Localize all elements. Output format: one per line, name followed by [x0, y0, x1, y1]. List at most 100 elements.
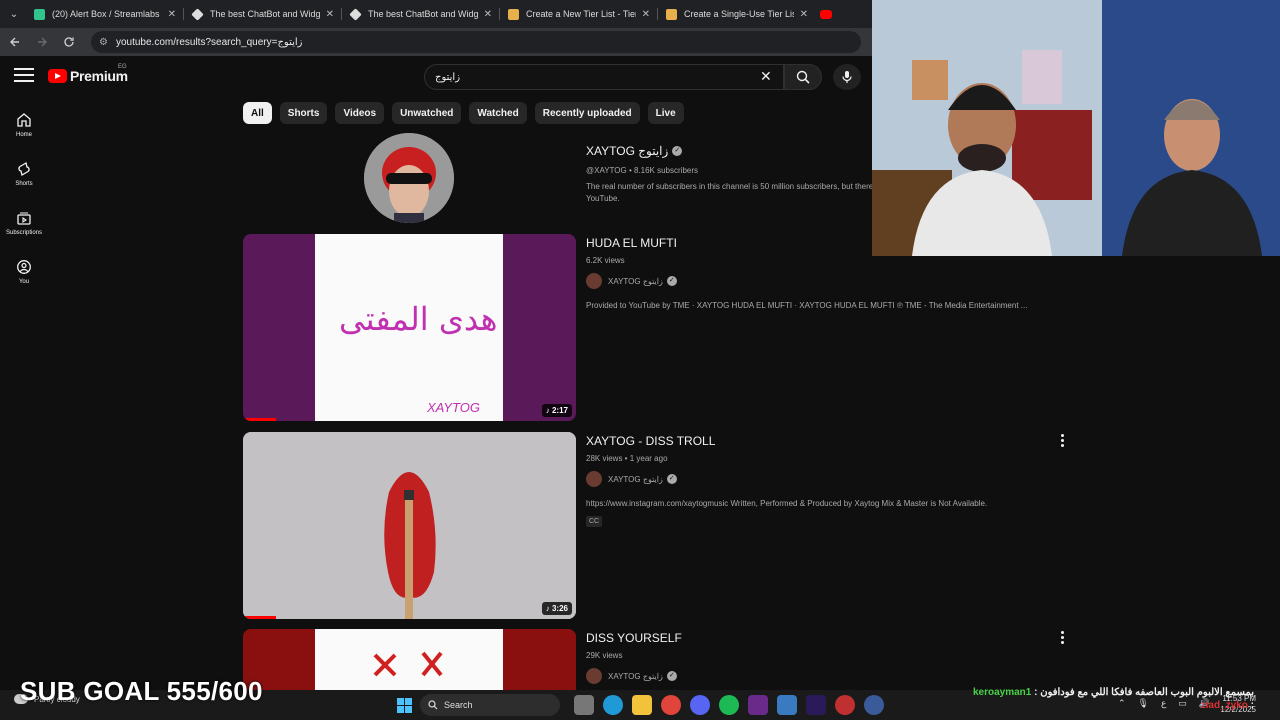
file-explorer-icon[interactable] [632, 695, 652, 715]
you-icon [17, 259, 31, 274]
chip-unwatched[interactable]: Unwatched [392, 102, 462, 124]
webcam-overlay [872, 0, 1280, 256]
watch-progress-bar [243, 616, 277, 619]
voice-search-button[interactable] [833, 64, 861, 90]
app-icon[interactable] [835, 695, 855, 715]
url-text: youtube.com/results?search_query=زايتوج [115, 36, 303, 48]
edge-icon[interactable] [603, 695, 623, 715]
video-result[interactable]: ♪ 3:26 XAYTOG - DISS TROLL 28K views • 1… [243, 432, 1073, 619]
wordpad-icon[interactable] [864, 695, 884, 715]
thumbnail-art [243, 629, 576, 690]
chip-all[interactable]: All [243, 102, 272, 124]
close-icon[interactable]: ✕ [800, 9, 808, 20]
chat-message: ziad_zyko : [1200, 700, 1254, 711]
search-button[interactable] [784, 64, 822, 90]
video-result[interactable]: DISS YOURSELF 29K views XAYTOG زايتوج ✓ [243, 629, 1073, 690]
url-field[interactable]: ⚙ youtube.com/results?search_query=زايتو… [91, 31, 861, 53]
channel-name[interactable]: XAYTOG زايتوج [586, 144, 668, 158]
verified-icon: ✓ [672, 146, 683, 156]
browser-tab[interactable]: Create a New Tier List - TierMa ✕ [500, 0, 658, 28]
avatar[interactable] [586, 471, 602, 487]
rail-item-subscriptions[interactable]: Subscriptions [0, 198, 48, 247]
verified-icon: ✓ [666, 474, 677, 484]
search-icon [428, 700, 438, 710]
chat-username: ziad_zyko [1200, 700, 1248, 711]
video-channel-name[interactable]: XAYTOG زايتوج [608, 475, 663, 484]
premiere-icon[interactable] [806, 695, 826, 715]
chip-watched[interactable]: Watched [469, 102, 527, 124]
site-info-icon[interactable]: ⚙ [99, 37, 108, 48]
discord-icon[interactable] [690, 695, 710, 715]
vegas-icon[interactable] [748, 695, 768, 715]
video-channel-name[interactable]: XAYTOG زايتوج [608, 672, 663, 681]
more-actions-icon[interactable] [1061, 434, 1065, 449]
close-icon[interactable]: ✕ [642, 9, 650, 20]
duration-badge: ♪ 3:26 [541, 602, 572, 615]
browser-tab[interactable]: The best ChatBot and Widgets ✕ [342, 0, 500, 28]
forward-button[interactable] [30, 30, 54, 54]
close-icon[interactable]: ✕ [484, 9, 492, 20]
watch-progress-bar [243, 418, 277, 421]
task-view-icon[interactable] [574, 695, 594, 715]
browser-tab[interactable]: (20) Alert Box / Streamlabs ✕ [26, 0, 184, 28]
reload-button[interactable] [57, 30, 81, 54]
chip-videos[interactable]: Videos [335, 102, 385, 124]
video-thumbnail[interactable]: ♪ 3:26 [243, 432, 576, 619]
sub-goal-overlay: SUB GOAL 555/600 [20, 676, 263, 706]
browser-tab[interactable]: The best ChatBot and Widgets ✕ [184, 0, 342, 28]
screen: ⌄ (20) Alert Box / Streamlabs ✕ The best… [0, 0, 1280, 720]
reload-icon [64, 37, 74, 47]
arrow-right-icon [38, 37, 47, 47]
channel-avatar[interactable] [364, 133, 454, 223]
verified-icon: ✓ [666, 671, 677, 681]
channel-meta: @XAYTOG • 8.16K subscribers [586, 166, 698, 175]
video-channel-name[interactable]: XAYTOG زايتوج [608, 277, 663, 286]
more-actions-icon[interactable] [1061, 631, 1065, 646]
rail-label: Home [15, 131, 32, 138]
thumbnail-caption: XAYTOG [427, 400, 480, 415]
region-code: EG [118, 64, 127, 70]
tab-title: The best ChatBot and Widgets [368, 9, 478, 19]
youtube-favicon-icon [820, 9, 832, 19]
close-icon[interactable]: ✕ [168, 9, 176, 20]
rail-item-you[interactable]: You [0, 247, 48, 296]
cc-badge: CC [586, 516, 603, 527]
youtube-premium-logo[interactable]: Premium EG [48, 64, 128, 84]
duration-badge: ♪ 2:17 [541, 404, 572, 417]
tab-title: Create a New Tier List - TierMa [526, 9, 636, 19]
chat-text: بمسمع الالبوم البوب العاصفه فافكا اللي م… [1040, 687, 1254, 698]
chip-shorts[interactable]: Shorts [279, 102, 328, 124]
windows-start-icon[interactable] [397, 698, 412, 713]
video-thumbnail[interactable] [243, 629, 576, 690]
notepad-icon[interactable] [777, 695, 797, 715]
youtube-tab[interactable] [816, 0, 836, 28]
logo-text: Premium [70, 68, 128, 84]
video-title[interactable]: DISS YOURSELF [586, 631, 1066, 645]
filter-chips: All Shorts Videos Unwatched Watched Rece… [243, 102, 692, 124]
avatar[interactable] [586, 273, 602, 289]
close-icon[interactable]: ✕ [326, 9, 334, 20]
spotify-icon[interactable] [719, 695, 739, 715]
video-title[interactable]: XAYTOG - DISS TROLL [586, 434, 1066, 448]
verified-icon: ✓ [666, 276, 677, 286]
stream-chat-overlay: keroayman1 : بمسمع الالبوم البوب العاصفه… [973, 686, 1254, 712]
clear-search-icon[interactable]: ✕ [760, 68, 772, 85]
rail-item-shorts[interactable]: Shorts [0, 149, 48, 198]
tab-title: Create a Single-Use Tier List (F [684, 9, 794, 19]
taskbar-search[interactable]: Search [420, 694, 560, 716]
back-button[interactable] [3, 30, 27, 54]
chip-recently-uploaded[interactable]: Recently uploaded [534, 102, 640, 124]
video-thumbnail[interactable]: هدى المفتى XAYTOG ♪ 2:17 [243, 234, 576, 421]
microphone-icon [842, 71, 852, 83]
rail-item-home[interactable]: Home [0, 100, 48, 149]
tab-search-button[interactable]: ⌄ [2, 3, 26, 25]
chip-live[interactable]: Live [647, 102, 684, 124]
channel-info: XAYTOG زايتوج ✓ @XAYTOG • 8.16K subscrib… [586, 144, 876, 205]
search-input[interactable]: زايتوج [424, 64, 784, 90]
channel-avatar-image [364, 133, 454, 223]
video-result[interactable]: هدى المفتى XAYTOG ♪ 2:17 HUDA EL MUFTI 6… [243, 234, 1073, 421]
chrome-icon[interactable] [661, 695, 681, 715]
avatar[interactable] [586, 668, 602, 684]
browser-tab[interactable]: Create a Single-Use Tier List (F ✕ [658, 0, 816, 28]
menu-icon[interactable] [14, 68, 34, 84]
